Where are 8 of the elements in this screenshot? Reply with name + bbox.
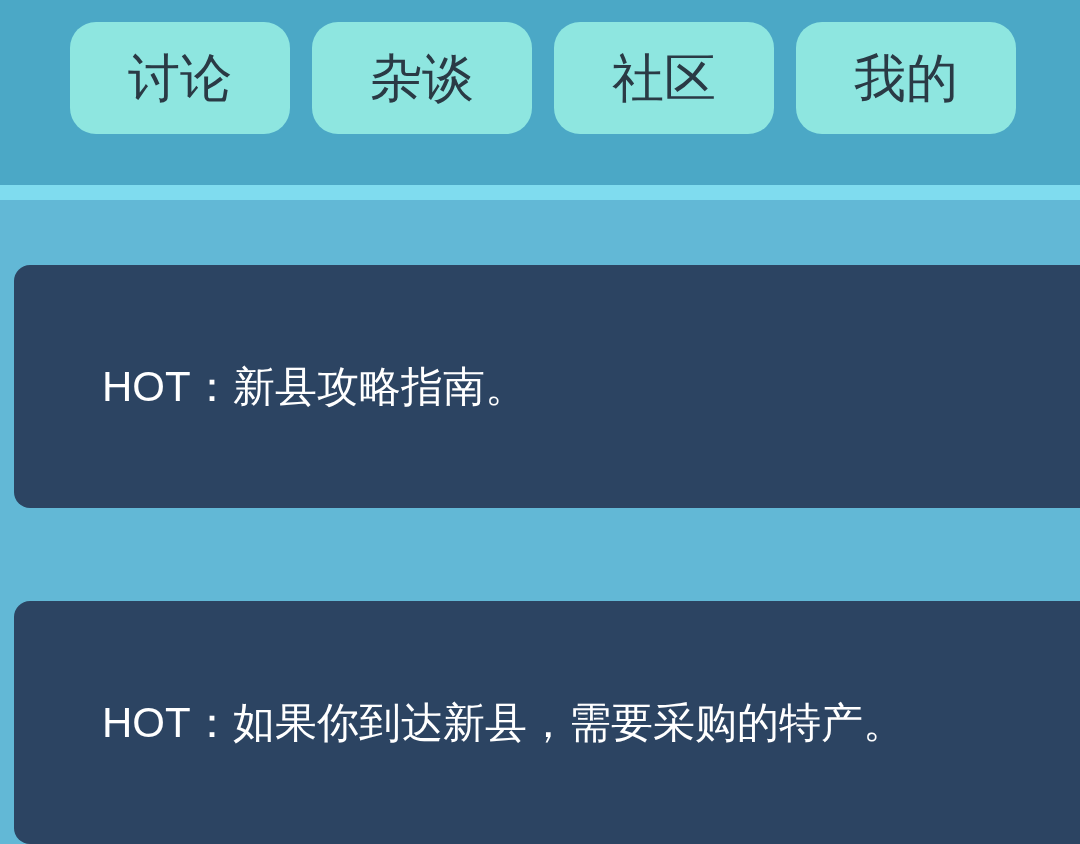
post-title: HOT：新县攻略指南。: [102, 362, 527, 412]
tab[interactable]: 我的: [796, 22, 1016, 134]
post-card[interactable]: HOT：如果你到达新县，需要采购的特产。: [14, 601, 1080, 844]
tab[interactable]: 讨论: [70, 22, 290, 134]
tab[interactable]: 社区: [554, 22, 774, 134]
post-title: HOT：如果你到达新县，需要采购的特产。: [102, 698, 905, 748]
post-card[interactable]: HOT：新县攻略指南。: [14, 265, 1080, 508]
tab[interactable]: 杂谈: [312, 22, 532, 134]
